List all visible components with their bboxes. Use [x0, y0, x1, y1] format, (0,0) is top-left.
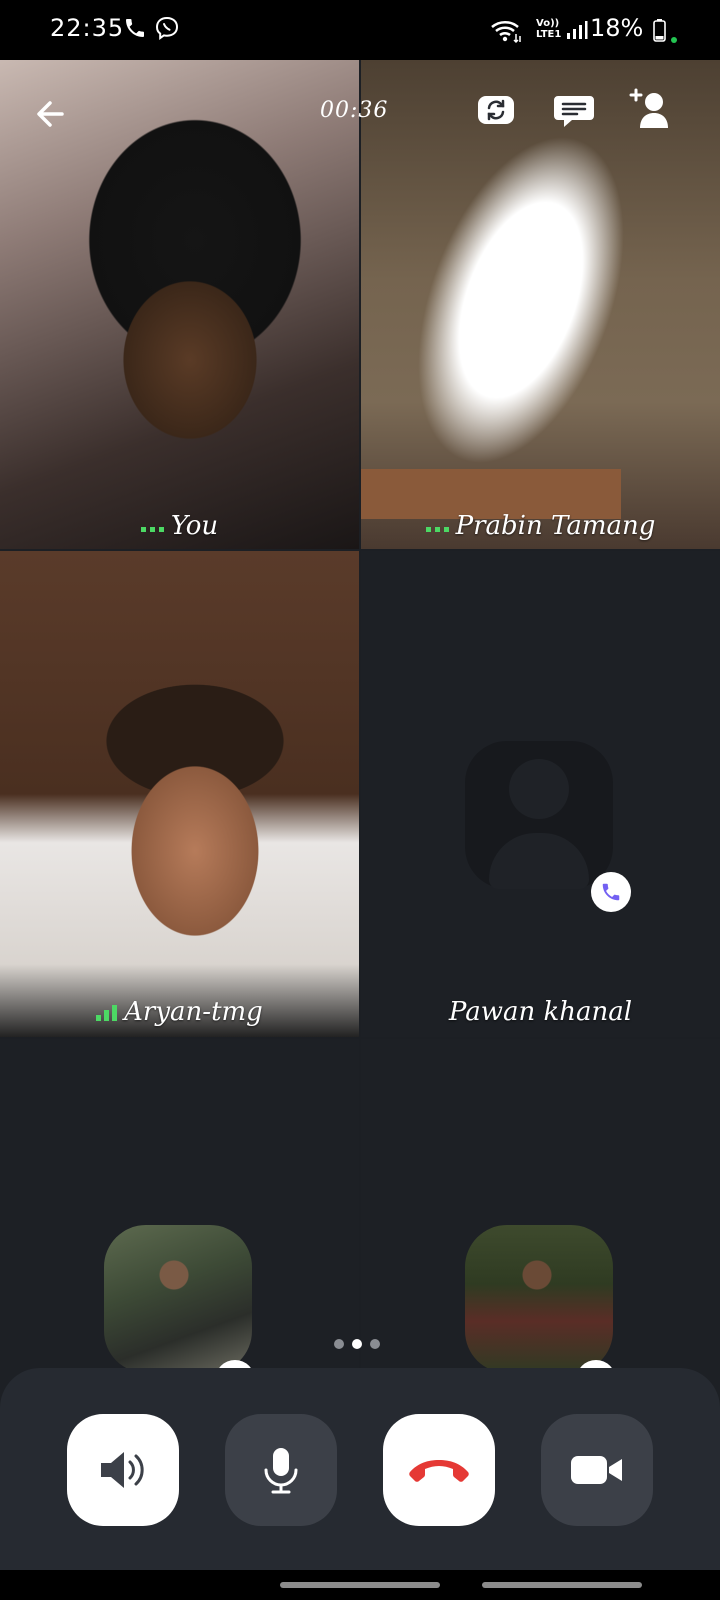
nav-handle[interactable]	[280, 1582, 440, 1588]
calling-badge	[591, 872, 631, 912]
nav-handle[interactable]	[482, 1582, 642, 1588]
call-timer: 00:36	[320, 98, 389, 123]
status-bar: 22:35 Vo)) LTE1 18%	[0, 0, 720, 60]
participant-label: Aryan-tmg	[0, 997, 359, 1027]
microphone-icon	[264, 1448, 298, 1494]
speaker-icon	[101, 1452, 144, 1488]
participant-name: Pawan khanal	[448, 997, 633, 1027]
phone-icon	[126, 19, 144, 37]
back-arrow-icon[interactable]	[30, 92, 74, 136]
viber-icon	[155, 16, 179, 40]
page-indicator[interactable]	[334, 1339, 380, 1349]
page-dot[interactable]	[334, 1339, 344, 1349]
volte-top-text: Vo))	[536, 18, 560, 29]
wifi-icon	[491, 20, 521, 44]
participant-tile-aryan[interactable]: Aryan-tmg	[0, 551, 359, 1037]
speaker-button[interactable]	[67, 1414, 179, 1526]
participant-name: Prabin Tamang	[455, 511, 656, 541]
video-button[interactable]	[541, 1414, 653, 1526]
battery-percent: 18%	[590, 14, 644, 42]
participant-name: You	[170, 511, 219, 541]
page-dot-active[interactable]	[352, 1339, 362, 1349]
system-nav-bar	[0, 1570, 720, 1600]
connection-quality-icon	[425, 527, 449, 532]
add-participant-icon[interactable]	[628, 86, 676, 134]
participant-tile-pawan[interactable]: Pawan khanal	[361, 551, 720, 1037]
avatar-placeholder-icon	[465, 741, 613, 889]
mute-button[interactable]	[225, 1414, 337, 1526]
volte-icon: Vo)) LTE1	[536, 18, 561, 40]
page-dot[interactable]	[370, 1339, 380, 1349]
connection-quality-icon	[96, 1005, 118, 1021]
chat-icon[interactable]	[550, 86, 598, 134]
participants-grid: You Prabin Tamang Aryan-tmg Pawan khanal	[0, 60, 720, 1540]
video-feed	[0, 551, 359, 1037]
avatar	[104, 1225, 252, 1373]
avatar	[465, 1225, 613, 1373]
connection-quality-icon	[140, 527, 164, 532]
participant-name: Aryan-tmg	[124, 997, 263, 1027]
switch-camera-icon[interactable]	[472, 86, 520, 134]
signal-icon	[567, 21, 588, 39]
call-controls	[0, 1368, 720, 1570]
battery-icon	[653, 19, 677, 43]
phone-icon	[602, 883, 620, 901]
call-top-bar: 00:36	[0, 60, 720, 160]
end-call-icon	[409, 1460, 469, 1482]
participant-label: Prabin Tamang	[361, 511, 720, 541]
participant-label: You	[0, 511, 359, 541]
status-time: 22:35	[50, 14, 125, 42]
video-camera-icon	[571, 1456, 622, 1484]
end-call-button[interactable]	[383, 1414, 495, 1526]
volte-bottom-text: LTE1	[536, 29, 562, 40]
